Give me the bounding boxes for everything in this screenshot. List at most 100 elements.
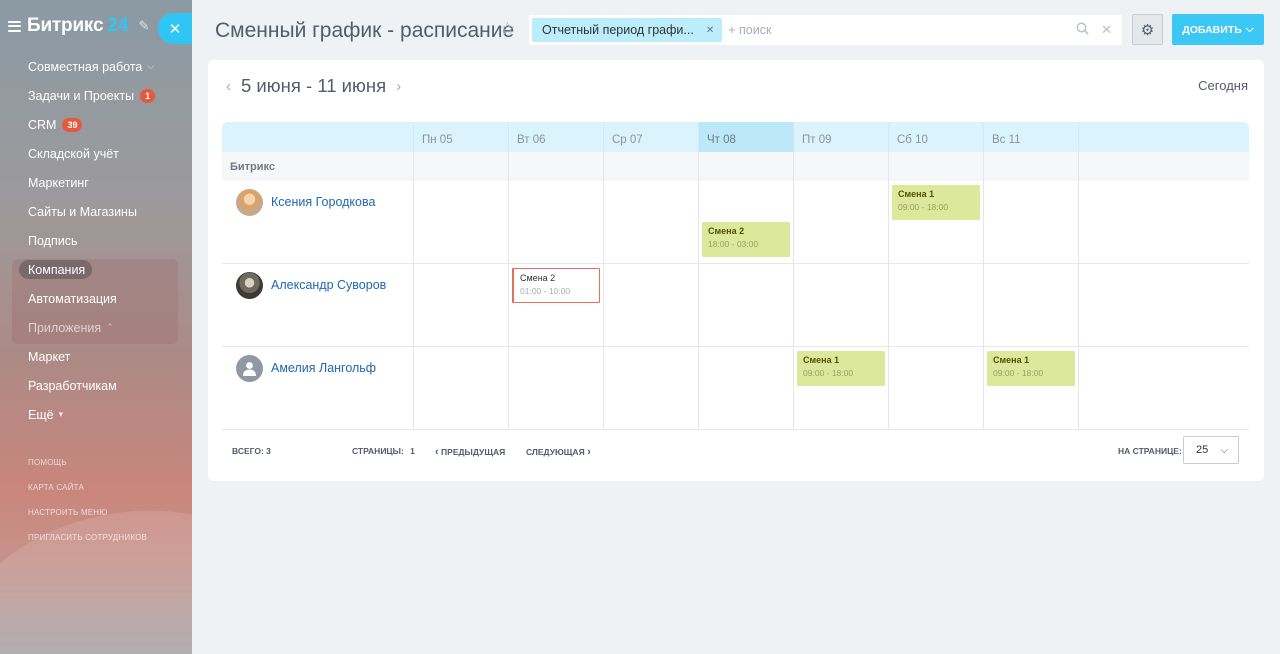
logo-text[interactable]: Битрикс [27, 15, 104, 37]
sidebar-item-tasks[interactable]: Задачи и Проекты 1 [0, 81, 192, 110]
sidebar-item-label: Подпись [28, 233, 78, 248]
chevron-right-icon: › [587, 446, 591, 458]
day-cell[interactable] [793, 181, 888, 263]
sidebar-item-market[interactable]: Маркет [0, 342, 192, 371]
chevron-left-icon: ‹ [435, 446, 439, 458]
next-page-button[interactable]: СЛЕДУЮЩАЯ › [526, 446, 591, 458]
day-cell[interactable] [603, 347, 698, 429]
total-count: ВСЕГО: 3 [232, 446, 271, 456]
day-cell[interactable] [508, 181, 603, 263]
sidebar-item-inventory[interactable]: Складской учёт [0, 139, 192, 168]
next-page-label: СЛЕДУЮЩАЯ [526, 447, 585, 457]
table-row: Ксения Городкова Смена 2 18:00 - 03:00 С… [222, 181, 1249, 264]
sidebar-item-more[interactable]: Ещё ▾ [0, 400, 192, 429]
add-button[interactable]: ДОБАВИТЬ ⌵ [1172, 14, 1264, 45]
sidebar-item-label: Ещё [28, 407, 54, 422]
grid-header: Пн 05 Вт 06 Ср 07 Чт 08 Пт 09 Сб 10 Вс 1… [222, 122, 1249, 152]
sidebar-item-automation[interactable]: Автоматизация [0, 284, 192, 313]
day-cell[interactable]: Смена 2 01:00 - 10:00 [508, 264, 603, 346]
gear-icon: ⚙ [1140, 21, 1155, 39]
filter-chip[interactable]: Отчетный период графи... ✕ [532, 18, 723, 42]
shift-name: Смена 1 [993, 355, 1030, 365]
clear-icon[interactable]: ✕ [1101, 22, 1112, 38]
chevron-down-icon: ⌵ [147, 61, 155, 71]
table-row: Александр Суворов Смена 2 01:00 - 10:00 [222, 264, 1249, 347]
close-slider-button[interactable]: ✕ [158, 13, 192, 44]
shift-block[interactable]: Смена 1 09:00 - 18:00 [892, 185, 980, 220]
chevron-down-icon: ▾ [58, 409, 64, 419]
search-input[interactable] [728, 23, 1077, 37]
day-cell[interactable]: Смена 1 09:00 - 18:00 [983, 347, 1078, 429]
shift-block[interactable]: Смена 1 09:00 - 18:00 [797, 351, 885, 386]
filter-chip-label: Отчетный период графи... [542, 23, 694, 37]
chevron-up-icon: ⌃ [106, 322, 114, 332]
help-link[interactable]: Помощь [28, 450, 147, 475]
page-number[interactable]: 1 [410, 446, 415, 456]
shift-name: Смена 1 [898, 189, 935, 199]
shift-block[interactable]: Смена 2 01:00 - 10:00 [512, 268, 600, 303]
avatar[interactable] [236, 272, 263, 299]
day-cell[interactable] [698, 347, 793, 429]
schedule-grid: Пн 05 Вт 06 Ср 07 Чт 08 Пт 09 Сб 10 Вс 1… [222, 122, 1249, 430]
sidebar-item-sites[interactable]: Сайты и Магазины [0, 197, 192, 226]
today-link[interactable]: Сегодня [1198, 78, 1248, 93]
sidebar-item-apps[interactable]: Приложения ⌃ [0, 313, 192, 342]
shift-time: 09:00 - 18:00 [803, 368, 854, 378]
settings-button[interactable]: ⚙ [1132, 14, 1163, 45]
shift-time: 01:00 - 10:00 [520, 286, 571, 296]
employee-name[interactable]: Александр Суворов [271, 278, 386, 292]
pencil-icon[interactable]: ✎ [139, 18, 150, 34]
shift-name: Смена 2 [520, 273, 556, 283]
configure-menu-link[interactable]: Настроить меню [28, 500, 147, 525]
day-cell[interactable] [793, 264, 888, 346]
star-icon[interactable]: ☆ [499, 18, 516, 41]
sidebar-item-developers[interactable]: Разработчикам [0, 371, 192, 400]
day-cell[interactable] [888, 347, 983, 429]
day-header: Ср 07 [603, 122, 698, 152]
day-cell[interactable] [413, 264, 508, 346]
per-page-label: НА СТРАНИЦЕ: [1118, 446, 1182, 456]
invite-link[interactable]: Пригласить сотрудников [28, 525, 147, 550]
sidebar-item-label: Маркет [28, 349, 71, 364]
per-page-value: 25 [1196, 444, 1209, 456]
day-cell[interactable] [983, 181, 1078, 263]
day-header: Вс 11 [983, 122, 1078, 152]
day-cell[interactable] [508, 347, 603, 429]
employee-name[interactable]: Амелия Лангольф [271, 361, 376, 375]
sidebar-item-label: Маркетинг [28, 175, 89, 190]
avatar[interactable] [236, 189, 263, 216]
sitemap-link[interactable]: Карта сайта [28, 475, 147, 500]
day-cell[interactable] [603, 264, 698, 346]
user-icon [243, 362, 256, 376]
schedule-card: ‹ 5 июня - 11 июня › Сегодня Пн 05 Вт 06… [208, 60, 1264, 481]
search-icon[interactable] [1076, 22, 1089, 38]
sidebar-item-crm[interactable]: CRM 39 [0, 110, 192, 139]
sidebar-item-collab[interactable]: Совместная работа ⌵ [0, 52, 192, 81]
remove-filter-icon[interactable]: ✕ [706, 25, 714, 36]
day-cell[interactable]: Смена 2 18:00 - 03:00 [698, 181, 793, 263]
prev-page-button[interactable]: ‹ ПРЕДЫДУЩАЯ [435, 446, 505, 458]
day-cell[interactable]: Смена 1 09:00 - 18:00 [888, 181, 983, 263]
day-cell[interactable] [888, 264, 983, 346]
day-cell[interactable]: Смена 1 09:00 - 18:00 [793, 347, 888, 429]
menu-icon[interactable] [8, 20, 21, 32]
filter-search-box[interactable]: Отчетный период графи... ✕ ✕ [529, 15, 1122, 45]
day-cell[interactable] [413, 347, 508, 429]
shift-block[interactable]: Смена 1 09:00 - 18:00 [987, 351, 1075, 386]
sidebar-item-label: Сайты и Магазины [28, 204, 137, 219]
day-cell[interactable] [413, 181, 508, 263]
sidebar-item-marketing[interactable]: Маркетинг [0, 168, 192, 197]
sidebar-item-company[interactable]: Компания [0, 255, 192, 284]
prev-week-icon[interactable]: ‹ [226, 78, 231, 95]
next-week-icon[interactable]: › [396, 78, 401, 95]
logo-number[interactable]: 24 [107, 15, 128, 37]
per-page-select[interactable]: 25 ⌵ [1183, 436, 1239, 464]
day-cell[interactable] [698, 264, 793, 346]
sidebar-item-sign[interactable]: Подпись [0, 226, 192, 255]
shift-block[interactable]: Смена 2 18:00 - 03:00 [702, 222, 790, 257]
day-header: Вт 06 [508, 122, 603, 152]
day-cell[interactable] [603, 181, 698, 263]
avatar[interactable] [236, 355, 263, 382]
employee-name[interactable]: Ксения Городкова [271, 195, 375, 209]
day-cell[interactable] [983, 264, 1078, 346]
